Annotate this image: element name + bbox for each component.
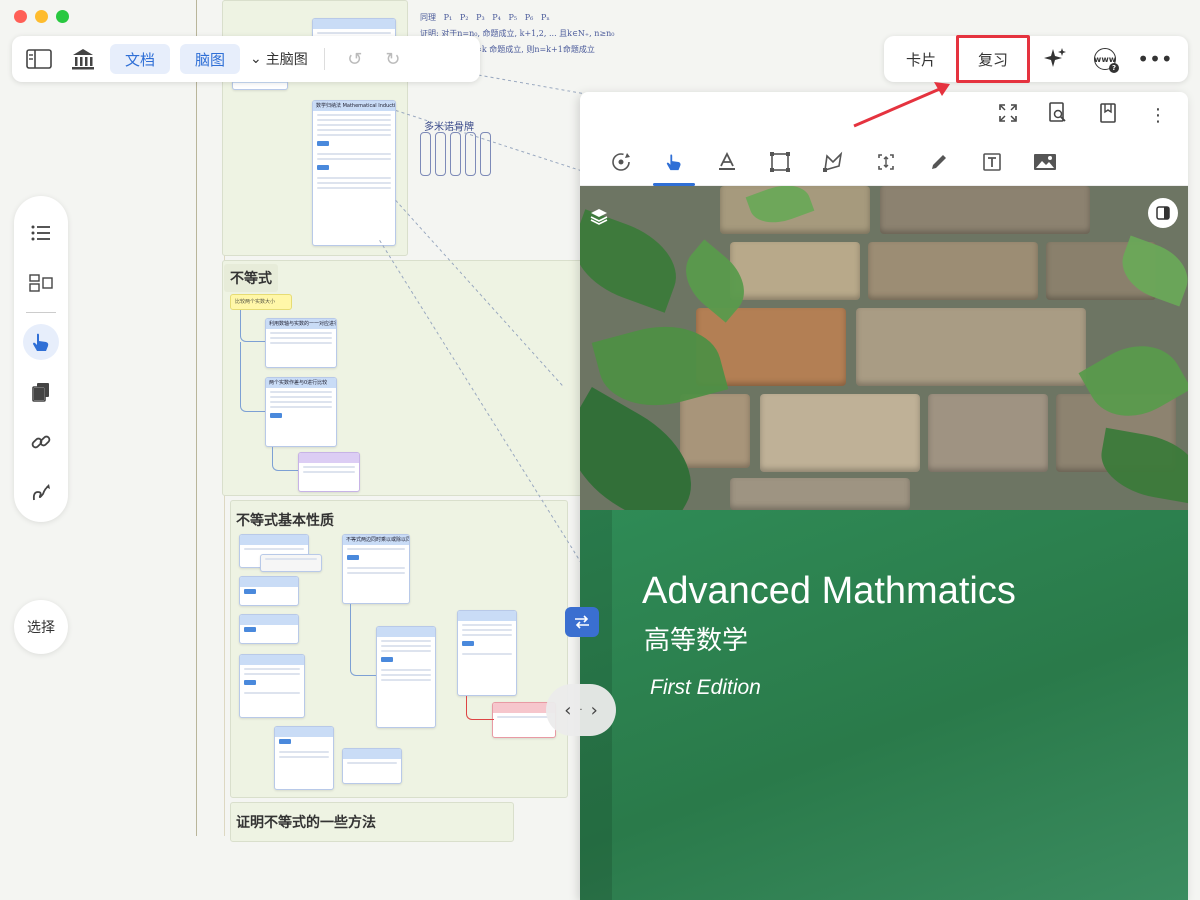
chevron-right-icon[interactable]: › <box>591 700 598 721</box>
search-document-icon[interactable] <box>1046 101 1070 129</box>
annotation-toolbar <box>580 138 1188 186</box>
yellow-note[interactable]: 比较两个实数大小 <box>230 294 292 310</box>
handwritten-note: n=k 命题成立, 则n=k+1命题成立 <box>470 45 595 54</box>
toolbar-divider <box>323 48 325 70</box>
card-button[interactable]: 卡片 <box>890 41 952 77</box>
book-edition: First Edition <box>650 676 761 699</box>
book-title: Advanced Mathmatics <box>642 570 1016 612</box>
redo-icon[interactable]: ↻ <box>379 49 407 70</box>
panel-more-icon[interactable]: ⋮ <box>1146 105 1170 126</box>
connector <box>272 447 300 471</box>
connector <box>466 696 494 720</box>
page-navigation: ‹ · › <box>546 684 616 736</box>
book-cover[interactable]: Advanced Mathmatics 高等数学 First Edition <box>580 186 1188 900</box>
swap-panels-icon[interactable] <box>565 607 599 637</box>
library-icon[interactable] <box>66 44 100 74</box>
left-sidebar <box>14 196 68 522</box>
mindmap-selector[interactable]: ⌄ 主脑图 <box>250 49 308 69</box>
connector <box>240 310 266 342</box>
group-title: 不等式基本性质 <box>236 513 334 529</box>
right-toolbar: 卡片 复习 www ••• <box>884 35 1188 83</box>
connector <box>350 604 376 676</box>
more-options-icon[interactable]: ••• <box>1130 41 1180 77</box>
annotation-arrow <box>853 82 950 128</box>
document-panel: ⋮ Advanced Mathmatics 高等数学 First Edition <box>580 92 1188 900</box>
mindmap-card[interactable] <box>239 576 299 606</box>
mindmap-card[interactable] <box>376 626 436 728</box>
mindmap-selector-label: 主脑图 <box>265 52 308 68</box>
handwritten-title: 多米诺骨牌 <box>424 118 474 133</box>
pointer-hand-icon[interactable] <box>23 324 59 360</box>
connector <box>240 342 266 412</box>
zoom-window-button[interactable] <box>56 10 69 23</box>
mindmap-card[interactable] <box>239 614 299 644</box>
mindmap-card[interactable] <box>342 748 402 784</box>
mindmap-card[interactable] <box>274 726 334 790</box>
drag-handle-icon[interactable]: · <box>579 705 582 716</box>
mindmap-card[interactable] <box>260 554 322 572</box>
minimize-window-button[interactable] <box>35 10 48 23</box>
card-header: 数学归纳法 Mathematical Induction <box>313 101 395 111</box>
mindmap-card[interactable] <box>457 610 517 696</box>
mindmap-card[interactable] <box>298 452 360 492</box>
layers-icon[interactable] <box>590 208 608 230</box>
mindmap-card[interactable] <box>239 654 305 718</box>
bookmark-icon[interactable] <box>1096 102 1120 128</box>
chevron-down-icon: ⌄ <box>250 51 262 67</box>
mindmap-card[interactable]: 两个实数作差与0进行比较 <box>265 377 337 447</box>
web-help-icon[interactable]: www <box>1080 41 1130 77</box>
rotate-sync-icon[interactable] <box>604 145 638 179</box>
window-controls <box>14 10 69 23</box>
sidebar-divider <box>26 312 56 313</box>
pointer-tool-icon[interactable] <box>653 145 695 186</box>
rectangle-select-icon[interactable] <box>763 145 797 179</box>
cover-title-area: Advanced Mathmatics 高等数学 First Edition <box>580 510 1188 900</box>
mindmap-card[interactable]: 不等式两边同时乘以或除以同一个数 <box>342 534 410 604</box>
group-title: 不等式 <box>224 264 278 292</box>
cover-photo <box>580 186 1188 510</box>
handwritten-note: 同理 P₁ P₂ P₃ P₄ P₅ P₆ Pₙ <box>420 13 550 22</box>
text-highlight-icon[interactable] <box>710 145 744 179</box>
fullscreen-icon[interactable] <box>996 103 1020 128</box>
pen-draw-icon[interactable] <box>922 145 956 179</box>
sidebar-toggle-icon[interactable] <box>22 44 56 74</box>
text-box-icon[interactable] <box>975 145 1009 179</box>
curve-draw-icon[interactable] <box>23 474 59 510</box>
chevron-left-icon[interactable]: ‹ <box>564 700 571 721</box>
lasso-select-icon[interactable] <box>816 145 850 179</box>
book-subtitle: 高等数学 <box>644 626 749 656</box>
undo-icon[interactable]: ↺ <box>341 49 369 70</box>
copy-pages-icon[interactable] <box>23 374 59 410</box>
select-button[interactable]: 选择 <box>14 600 68 654</box>
mindmap-card[interactable]: 利用数轴与实数的一一对应进行比较 <box>265 318 337 368</box>
close-window-button[interactable] <box>14 10 27 23</box>
outline-list-icon[interactable] <box>23 215 59 251</box>
layout-icon[interactable] <box>23 265 59 301</box>
mindmap-mode-button[interactable]: 脑图 <box>180 44 241 74</box>
panel-sidebar-toggle-icon[interactable] <box>1148 198 1178 228</box>
review-button[interactable]: 复习 <box>956 35 1030 83</box>
doc-mode-button[interactable]: 文档 <box>110 44 171 74</box>
group-title: 证明不等式的一些方法 <box>236 815 376 831</box>
mindmap-card[interactable]: 数学归纳法 Mathematical Induction <box>312 100 396 246</box>
main-toolbar: 文档 脑图 ⌄ 主脑图 ↺ ↻ <box>12 36 480 82</box>
image-insert-icon[interactable] <box>1028 145 1062 179</box>
link-icon[interactable] <box>23 424 59 460</box>
canvas-guide-line <box>196 0 197 836</box>
ai-sparkle-icon[interactable] <box>1030 41 1080 77</box>
crop-resize-icon[interactable] <box>869 145 903 179</box>
